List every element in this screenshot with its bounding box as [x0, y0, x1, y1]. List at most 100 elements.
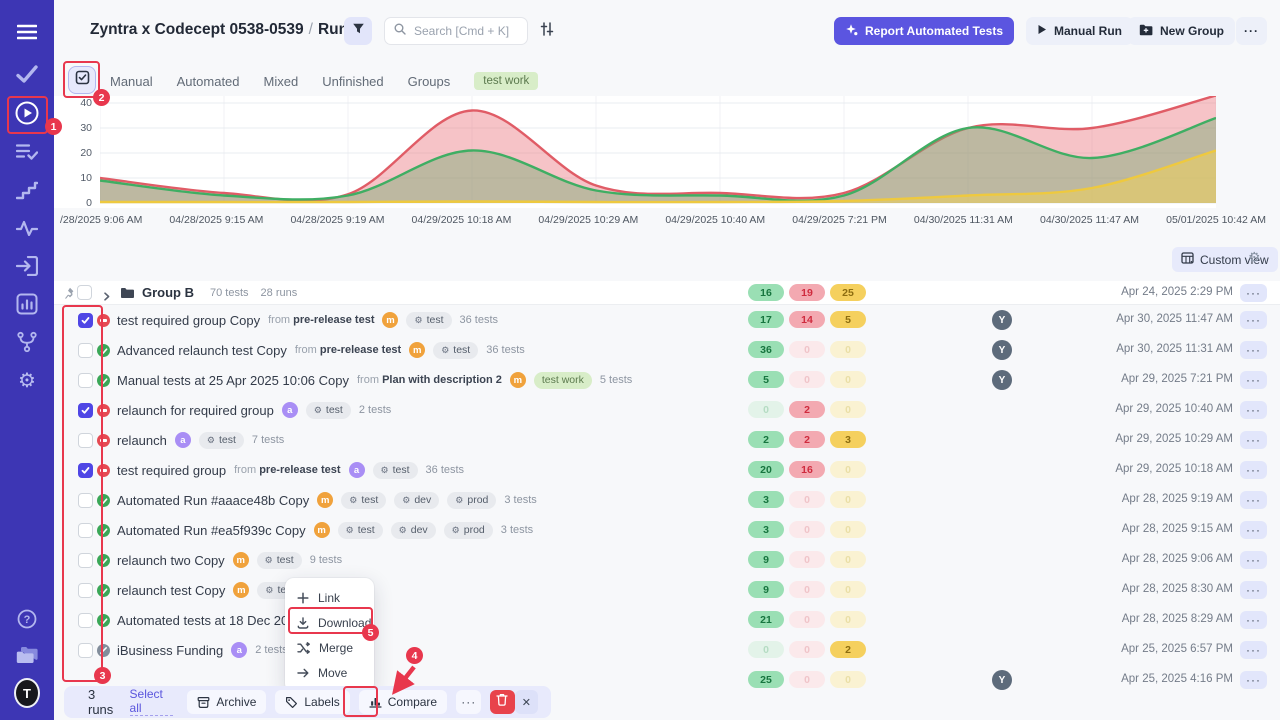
- run-name[interactable]: Automated Run #ea5f939c Copy: [117, 523, 306, 538]
- table-row[interactable]: Manual tests at 25 Apr 2025 10:06 Copyfr…: [54, 365, 1280, 395]
- run-name[interactable]: relaunch for required group: [117, 403, 274, 418]
- run-name[interactable]: Advanced relaunch test Copy: [117, 343, 287, 358]
- menu-icon[interactable]: [14, 19, 40, 45]
- table-row[interactable]: test required group Copyfrom pre-release…: [54, 305, 1280, 335]
- table-row[interactable]: relaunch for required groupa⚙test2 tests…: [54, 395, 1280, 425]
- main-content: Zyntra x Codecept 0538-0539/Runs Report …: [54, 0, 1280, 720]
- search-input[interactable]: [412, 23, 518, 39]
- run-more-button[interactable]: ···: [1240, 581, 1267, 599]
- run-more-button[interactable]: ···: [1240, 521, 1267, 539]
- run-name[interactable]: relaunch: [117, 433, 167, 448]
- shared-steps-icon[interactable]: [14, 139, 40, 165]
- table-row[interactable]: relaunch two Copym⚙test9 tests900Apr 28,…: [54, 545, 1280, 575]
- search-box[interactable]: [384, 17, 528, 45]
- table-row[interactable]: relaunch test Copym⚙test900Apr 28, 2025 …: [54, 575, 1280, 605]
- chevron-right-icon[interactable]: [102, 288, 111, 306]
- table-row[interactable]: relauncha⚙test7 tests223Apr 29, 2025 10:…: [54, 425, 1280, 455]
- run-more-button[interactable]: ···: [1240, 671, 1267, 689]
- tab-unfinished[interactable]: Unfinished: [322, 74, 383, 89]
- row-checkbox[interactable]: [78, 313, 93, 328]
- display-settings-icon[interactable]: [540, 22, 554, 41]
- runs-icon[interactable]: [14, 100, 40, 126]
- tab-mixed[interactable]: Mixed: [264, 74, 299, 89]
- table-row[interactable]: test required groupfrom pre-release test…: [54, 455, 1280, 485]
- run-more-button[interactable]: ···: [1240, 431, 1267, 449]
- report-automated-tests-button[interactable]: Report Automated Tests: [834, 17, 1014, 45]
- selection-more-button[interactable]: ···: [456, 690, 481, 714]
- row-checkbox[interactable]: [78, 463, 93, 478]
- run-more-button[interactable]: ···: [1240, 641, 1267, 659]
- labels-button[interactable]: Labels: [275, 690, 349, 714]
- run-name[interactable]: relaunch two Copy: [117, 553, 225, 568]
- row-checkbox[interactable]: [78, 433, 93, 448]
- select-all-link[interactable]: Select all: [130, 688, 174, 717]
- header-more-button[interactable]: ···: [1236, 17, 1267, 45]
- run-counts: 20160: [748, 461, 866, 478]
- help-icon[interactable]: ?: [14, 606, 40, 632]
- row-checkbox[interactable]: [78, 343, 93, 358]
- chart-plot[interactable]: [100, 96, 1216, 208]
- test-cases-icon[interactable]: [14, 61, 40, 87]
- close-selection-button[interactable]: ✕: [515, 690, 538, 714]
- group-row[interactable]: Group B 70 tests 28 runs 161925 Apr 24, …: [54, 281, 1280, 305]
- tab-automated[interactable]: Automated: [177, 74, 240, 89]
- play-icon: [1037, 24, 1047, 38]
- import-icon[interactable]: [14, 253, 40, 279]
- table-row[interactable]: Automated Run #aaace48b Copym⚙test⚙dev⚙p…: [54, 485, 1280, 515]
- custom-view-button[interactable]: Custom view: [1172, 247, 1278, 272]
- run-more-button[interactable]: ···: [1240, 311, 1267, 329]
- table-row[interactable]: Automated Run #ea5f939c Copym⚙test⚙dev⚙p…: [54, 515, 1280, 545]
- table-row[interactable]: iBusiness Fundinga2 tests002Apr 25, 2025…: [54, 635, 1280, 665]
- filter-tag-test-work[interactable]: test work: [474, 72, 538, 90]
- run-tests-count: 3 tests: [504, 494, 536, 506]
- run-name[interactable]: test required group: [117, 463, 226, 478]
- archive-button[interactable]: Archive: [187, 690, 266, 714]
- row-checkbox[interactable]: [78, 613, 93, 628]
- run-more-button[interactable]: ···: [1240, 341, 1267, 359]
- menu-item-download[interactable]: Download: [285, 610, 374, 635]
- menu-item-link[interactable]: Link: [285, 585, 374, 610]
- milestones-icon[interactable]: [14, 177, 40, 203]
- run-more-button[interactable]: ···: [1240, 461, 1267, 479]
- traceability-icon[interactable]: [14, 329, 40, 355]
- projects-icon[interactable]: [14, 642, 40, 668]
- new-group-button[interactable]: New Group: [1128, 17, 1235, 45]
- run-more-button[interactable]: ···: [1240, 551, 1267, 569]
- table-row[interactable]: Automated tests at 18 Dec 2024 121 tests…: [54, 605, 1280, 635]
- group-checkbox[interactable]: [77, 285, 92, 300]
- run-more-button[interactable]: ···: [1240, 491, 1267, 509]
- run-name[interactable]: iBusiness Funding: [117, 643, 223, 658]
- view-settings-gear-icon[interactable]: ⚙: [1248, 249, 1261, 266]
- delete-button[interactable]: [490, 690, 514, 714]
- run-more-button[interactable]: ···: [1240, 401, 1267, 419]
- reports-icon[interactable]: [14, 291, 40, 317]
- row-checkbox[interactable]: [78, 373, 93, 388]
- workspace-avatar[interactable]: T: [14, 680, 40, 706]
- settings-gear-icon[interactable]: ⚙: [14, 368, 40, 394]
- group-name[interactable]: Group B: [142, 285, 194, 300]
- row-checkbox[interactable]: [78, 403, 93, 418]
- tab-manual[interactable]: Manual: [110, 74, 153, 89]
- run-name[interactable]: test required group Copy: [117, 313, 260, 328]
- tab-groups[interactable]: Groups: [408, 74, 451, 89]
- menu-item-merge[interactable]: Merge: [285, 635, 374, 660]
- row-checkbox[interactable]: [78, 583, 93, 598]
- menu-item-move[interactable]: Move: [285, 660, 374, 685]
- table-row[interactable]: Advanced relaunch test Copyfrom pre-rele…: [54, 335, 1280, 365]
- activity-icon[interactable]: [14, 215, 40, 241]
- row-checkbox[interactable]: [78, 493, 93, 508]
- group-more-button[interactable]: ···: [1240, 284, 1267, 302]
- breadcrumb-project[interactable]: Zyntra x Codecept 0538-0539: [90, 21, 304, 38]
- run-more-button[interactable]: ···: [1240, 611, 1267, 629]
- row-checkbox[interactable]: [78, 553, 93, 568]
- run-more-button[interactable]: ···: [1240, 371, 1267, 389]
- run-name[interactable]: Manual tests at 25 Apr 2025 10:06 Copy: [117, 373, 349, 388]
- row-checkbox[interactable]: [78, 643, 93, 658]
- run-name[interactable]: relaunch test Copy: [117, 583, 225, 598]
- run-name[interactable]: Automated Run #aaace48b Copy: [117, 493, 309, 508]
- manual-run-button[interactable]: Manual Run: [1026, 17, 1133, 45]
- select-runs-toggle-button[interactable]: [68, 66, 96, 94]
- count-pill-other: 5: [830, 311, 866, 328]
- row-checkbox[interactable]: [78, 523, 93, 538]
- filter-button[interactable]: [344, 17, 372, 45]
